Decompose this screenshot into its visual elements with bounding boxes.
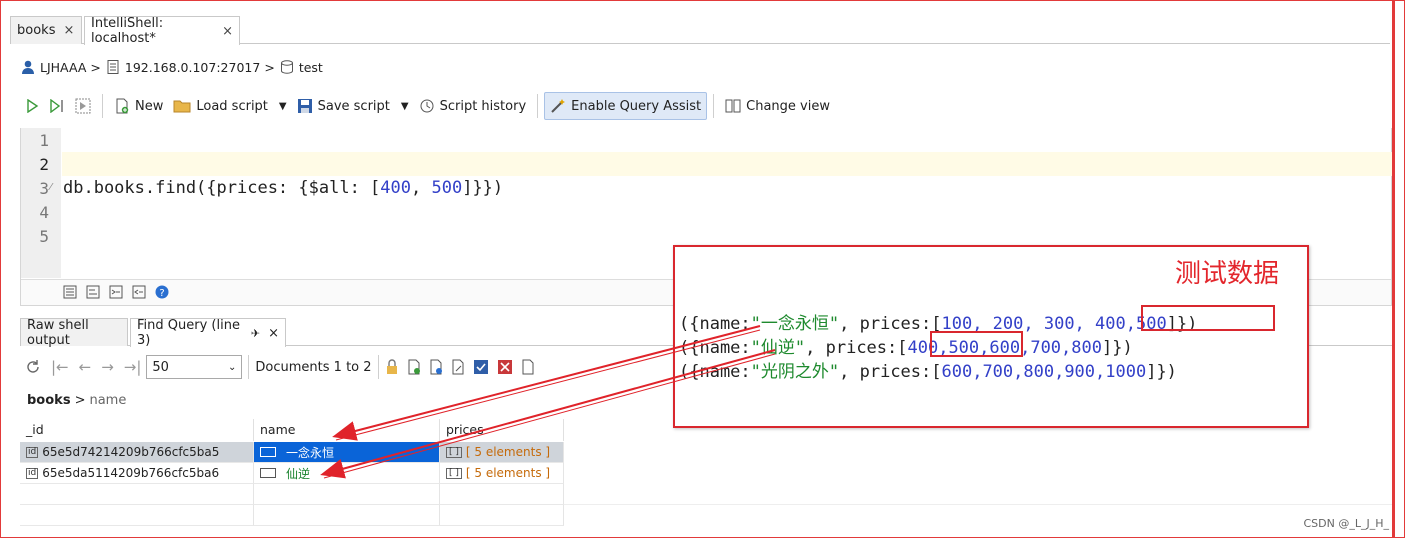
arrow-to-row-2 (320, 349, 776, 479)
watermark: CSDN @_L_J_H_ (1303, 517, 1389, 530)
arrow-to-row-1 (332, 325, 761, 441)
annotation-arrows (320, 325, 776, 479)
